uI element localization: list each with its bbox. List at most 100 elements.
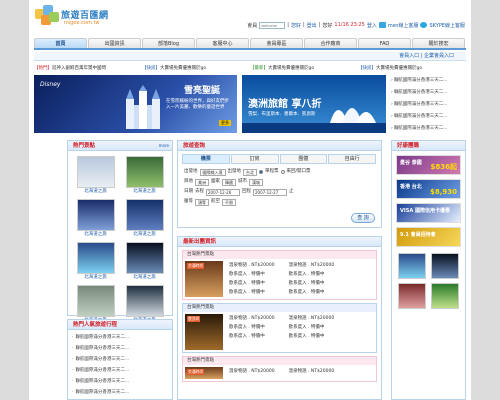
search-row: 目地 美洲 國家 韓國 城市 漢城	[178, 177, 381, 187]
deal-thumb[interactable]	[398, 283, 426, 309]
ticker-item[interactable]: 【快訊】大賣場免費優惠關於go	[358, 64, 466, 73]
nav-tab-home[interactable]: 首頁	[34, 38, 87, 48]
search-tabs: 機票 訂房 團體 自由行	[178, 151, 381, 164]
product-link[interactable]: 歐系度入 . 特價中	[229, 332, 275, 341]
list-item[interactable]: 聯航國際滿分香港三天二...	[391, 123, 466, 135]
list-item[interactable]: 聯航國際滿分香港三天二...	[72, 365, 168, 376]
product-link[interactable]: 歐系度入 . 特價中	[289, 323, 335, 332]
nav-tab-info[interactable]: 出國資訊	[88, 38, 141, 48]
depart-date-input[interactable]: 2007-12-26	[206, 188, 240, 196]
thumb-item[interactable]: 北海道之旅	[74, 199, 117, 238]
thumb-item[interactable]: 北海道之旅	[123, 199, 166, 238]
deal-ad[interactable]: VISA 國際信用卡優惠	[396, 203, 461, 223]
products-title: 最新出團資訊	[183, 239, 217, 245]
skype-icon	[420, 22, 428, 28]
product-link[interactable]: 歐系度入 . 特價中	[289, 279, 335, 288]
nav-tab-about[interactable]: 關於搜宏	[412, 38, 465, 48]
arrive-select[interactable]: 美洲	[195, 178, 209, 186]
msn-link[interactable]: msn線上客服	[388, 22, 419, 29]
product-image[interactable]: 交通時尚	[185, 367, 223, 379]
list-item[interactable]: 聯航國際滿分香港三天二...	[72, 354, 168, 365]
product-link[interactable]: 溫泉物語 . NT$20000	[289, 261, 335, 270]
roundtrip-radio[interactable]	[280, 170, 285, 174]
country-select[interactable]: 韓國	[222, 178, 236, 186]
thumb-item[interactable]: 北海道之旅	[74, 156, 117, 195]
deal-ad[interactable]: 曼谷 泰國 $836起	[396, 155, 461, 175]
dest-select[interactable]: 台北	[243, 168, 257, 176]
return-date-input[interactable]: 2007-12-27	[253, 188, 287, 196]
product-image[interactable]: 雲頂尚	[185, 314, 223, 350]
nav-tab-faq[interactable]: FAQ	[358, 38, 411, 48]
product-link[interactable]: 溫泉物語 . NT$20000	[229, 367, 275, 376]
deal-thumb[interactable]	[430, 283, 459, 309]
airline-select[interactable]: 不限	[222, 198, 236, 206]
msn-icon	[378, 22, 386, 28]
login-link[interactable]: 登入	[367, 22, 377, 29]
product-link[interactable]: 歐系度入 . 特價中	[289, 270, 335, 279]
list-item[interactable]: 聯航國際滿分香港三天二...	[391, 75, 466, 87]
date-label: 日期	[184, 189, 193, 194]
list-item[interactable]: 聯航國際滿分香港三天二...	[72, 332, 168, 343]
tab-free[interactable]: 自由行	[328, 154, 376, 164]
product-link[interactable]: 溫泉物語 . NT$20000	[229, 261, 275, 270]
nav-tab-member[interactable]: 會員專區	[250, 38, 303, 48]
product-link[interactable]: 歐系度入 . 特價中	[289, 288, 335, 297]
ticker-item[interactable]: 【最新】大賣場免費優惠關於go	[250, 64, 358, 73]
product-column: 溫泉物語 . NT$20000 歐系度入 . 特價中 歐系度入 . 特價中	[289, 314, 335, 350]
hot-zone-header: 熱門景點 more	[68, 141, 172, 151]
products-panel: 最新出團資訊 台灣熱門景點 交通時尚 溫泉物語 . NT$20000 歐系度入 . 特…	[177, 236, 382, 400]
list-item[interactable]: 聯航國際滿分香港三天二...	[391, 99, 466, 111]
thumb-image	[125, 199, 164, 231]
nav-tab-service[interactable]: 客服中心	[196, 38, 249, 48]
nav-tab-partner[interactable]: 合作廠商	[304, 38, 357, 48]
country-label: 國家	[211, 179, 220, 184]
sub-nav[interactable]: 會員入口 | 企業會員入口	[34, 52, 466, 61]
product-link[interactable]: 溫泉物語 . NT$20000	[229, 314, 275, 323]
nav-tab-blog[interactable]: 部落Blog	[142, 38, 195, 48]
logout-link[interactable]: 登出	[307, 22, 317, 29]
popular-list: 聯航國際滿分香港三天二... 聯航國際滿分香港三天二... 聯航國際滿分香港三天…	[68, 330, 172, 400]
product-link[interactable]: 歐系度入 . 特價中	[289, 332, 335, 341]
thumb-item[interactable]: 北海道之旅	[74, 242, 117, 281]
username-input[interactable]	[259, 21, 286, 29]
search-row: 出發地 國際線入境 出發地 台北 單程票 來回/開口票	[178, 167, 381, 177]
ticker-item[interactable]: 【熱門】延神入銀鯨百萬年獎中國問	[34, 64, 142, 73]
product-link[interactable]: 歐系度入 . 特價中	[229, 323, 275, 332]
tab-flight[interactable]: 機票	[182, 154, 230, 164]
list-item[interactable]: 聯航國際滿分香港三天二...	[72, 343, 168, 354]
deal-thumb[interactable]	[430, 253, 459, 279]
deal-ad[interactable]: 香港 台北 $8,930	[396, 179, 461, 199]
product-image[interactable]: 交通時尚	[185, 261, 223, 297]
tab-hotel[interactable]: 訂房	[230, 154, 279, 164]
product-link[interactable]: 溫泉物語 . NT$20000	[289, 314, 335, 323]
product-link[interactable]: 溫泉物語 . NT$20000	[289, 367, 335, 376]
hot-zone-more-link[interactable]: more	[159, 141, 169, 151]
product-link[interactable]: 歐系度入 . 特價中	[229, 270, 275, 279]
deal-ad[interactable]: 9.1 會員招待會	[396, 227, 461, 247]
list-item[interactable]: 聯航國際滿分香港三天二...	[72, 387, 168, 398]
australia-banner[interactable]: 澳洲旅館 享八折 雪梨．布里斯本．墨爾本．凱恩斯	[242, 75, 386, 133]
list-item[interactable]: 聯航國際滿分香港三天二...	[391, 87, 466, 99]
product-link[interactable]: 歐系度入 . 特價中	[229, 279, 275, 288]
tab-group[interactable]: 團體	[279, 154, 328, 164]
ticker-item[interactable]: 【快訊】大賣場免費優惠關於go	[142, 64, 250, 73]
search-header: 旅遊查詢	[178, 141, 381, 151]
skype-link[interactable]: SKYPE線上客服	[429, 22, 465, 29]
list-item[interactable]: 聯航國際滿分香港三天二...	[391, 111, 466, 123]
search-button[interactable]: 查 詢	[351, 213, 375, 223]
site-logo[interactable]: 旅遊百匯網 migee.com.tw	[35, 3, 108, 33]
trip-select[interactable]: 國際線入境	[199, 168, 226, 176]
thumb-item[interactable]: 北海道之旅	[123, 156, 166, 195]
class-select[interactable]: 頭等	[195, 198, 209, 206]
deal-thumb[interactable]	[398, 253, 426, 279]
thumb-item[interactable]: 北海道之旅	[123, 242, 166, 281]
thumb-caption: 北海道之旅	[84, 275, 107, 280]
deals-title: 好康團購	[397, 143, 420, 149]
list-item[interactable]: 聯航國際滿分香港三天二...	[72, 376, 168, 387]
disney-banner[interactable]: Disney 雪亮聖誕 在雪而繽紛的世界，與好友們步入一片美麗、歡樂的童話世界 …	[34, 75, 237, 133]
arrive-label: 目地	[184, 179, 193, 184]
city-select[interactable]: 漢城	[249, 178, 263, 186]
product-link[interactable]: 歐系度入 . 特價中	[229, 288, 275, 297]
banner1-more-button[interactable]: 更多	[219, 120, 231, 126]
oneway-radio[interactable]	[259, 170, 263, 174]
